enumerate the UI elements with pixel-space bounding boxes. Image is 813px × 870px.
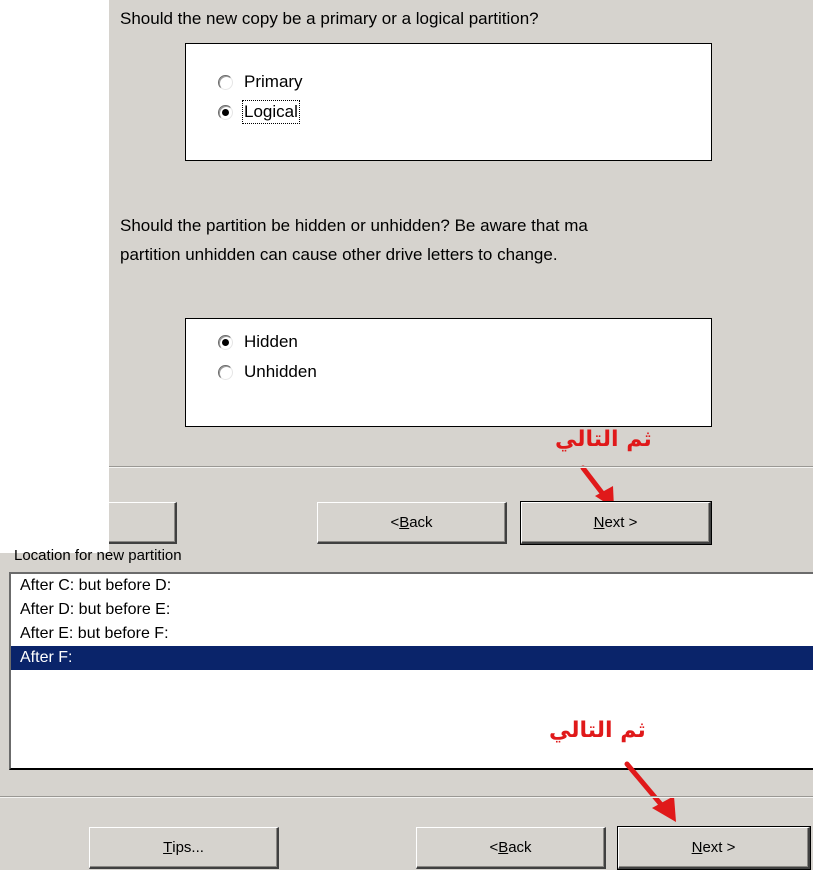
next-button-bottom[interactable]: Next > bbox=[617, 826, 811, 870]
hidden-label: Hidden bbox=[244, 332, 298, 351]
hidden-radio-option[interactable]: Hidden bbox=[218, 329, 298, 355]
list-item[interactable]: After E: but before F: bbox=[11, 622, 813, 646]
logical-radio-option[interactable]: Logical bbox=[218, 99, 300, 125]
partition-options-panel: Should the new copy be a primary or a lo… bbox=[109, 0, 813, 553]
primary-radio[interactable] bbox=[218, 74, 233, 90]
tips-mnemonic: T bbox=[163, 839, 173, 856]
next-mnemonic: N bbox=[593, 514, 605, 531]
next-button-top[interactable]: Next > bbox=[520, 501, 712, 545]
next-rest: ext > bbox=[702, 839, 736, 856]
logical-label: Logical bbox=[242, 100, 300, 124]
back-mnemonic: B bbox=[498, 839, 509, 856]
list-item[interactable]: After D: but before E: bbox=[11, 598, 813, 622]
back-button-bottom[interactable]: < Back bbox=[416, 827, 606, 869]
footer-separator bbox=[109, 466, 813, 468]
next-annotation-bottom: ثم التالي bbox=[549, 718, 646, 743]
back-button-top[interactable]: < Back bbox=[317, 502, 507, 544]
back-rest: ack bbox=[508, 839, 532, 856]
visibility-question-line2: partition unhidden can cause other drive… bbox=[120, 245, 558, 264]
location-label: Location for new partition bbox=[14, 547, 182, 564]
logical-radio[interactable] bbox=[218, 104, 233, 120]
next-mnemonic: N bbox=[691, 839, 703, 856]
visibility-group: Hidden Unhidden bbox=[185, 318, 712, 427]
primary-label: Primary bbox=[244, 72, 303, 91]
unhidden-radio[interactable] bbox=[218, 364, 233, 380]
list-item-selected[interactable]: After F: bbox=[11, 646, 813, 670]
footer-separator-bottom bbox=[0, 796, 813, 798]
hidden-radio[interactable] bbox=[218, 334, 233, 350]
next-rest: ext > bbox=[604, 514, 638, 531]
location-listbox[interactable]: After C: but before D: After D: but befo… bbox=[9, 572, 813, 770]
partition-type-question: Should the new copy be a primary or a lo… bbox=[120, 9, 539, 28]
tips-rest: ips... bbox=[172, 839, 204, 856]
unhidden-radio-option[interactable]: Unhidden bbox=[218, 359, 317, 385]
back-prefix: < bbox=[489, 839, 499, 856]
tips-button-partial[interactable] bbox=[109, 502, 177, 544]
list-item[interactable]: After C: but before D: bbox=[11, 574, 813, 598]
red-arrow-icon bbox=[624, 761, 676, 822]
back-mnemonic: B bbox=[399, 514, 410, 531]
primary-radio-option[interactable]: Primary bbox=[218, 69, 303, 95]
tips-button[interactable]: Tips... bbox=[89, 827, 279, 869]
unhidden-label: Unhidden bbox=[244, 362, 317, 381]
back-rest: ack bbox=[409, 514, 433, 531]
visibility-question-line1: Should the partition be hidden or unhidd… bbox=[120, 216, 588, 235]
next-annotation-top: ثم التالي bbox=[555, 427, 652, 452]
partition-type-group: Primary Logical bbox=[185, 43, 712, 161]
back-prefix: < bbox=[390, 514, 400, 531]
